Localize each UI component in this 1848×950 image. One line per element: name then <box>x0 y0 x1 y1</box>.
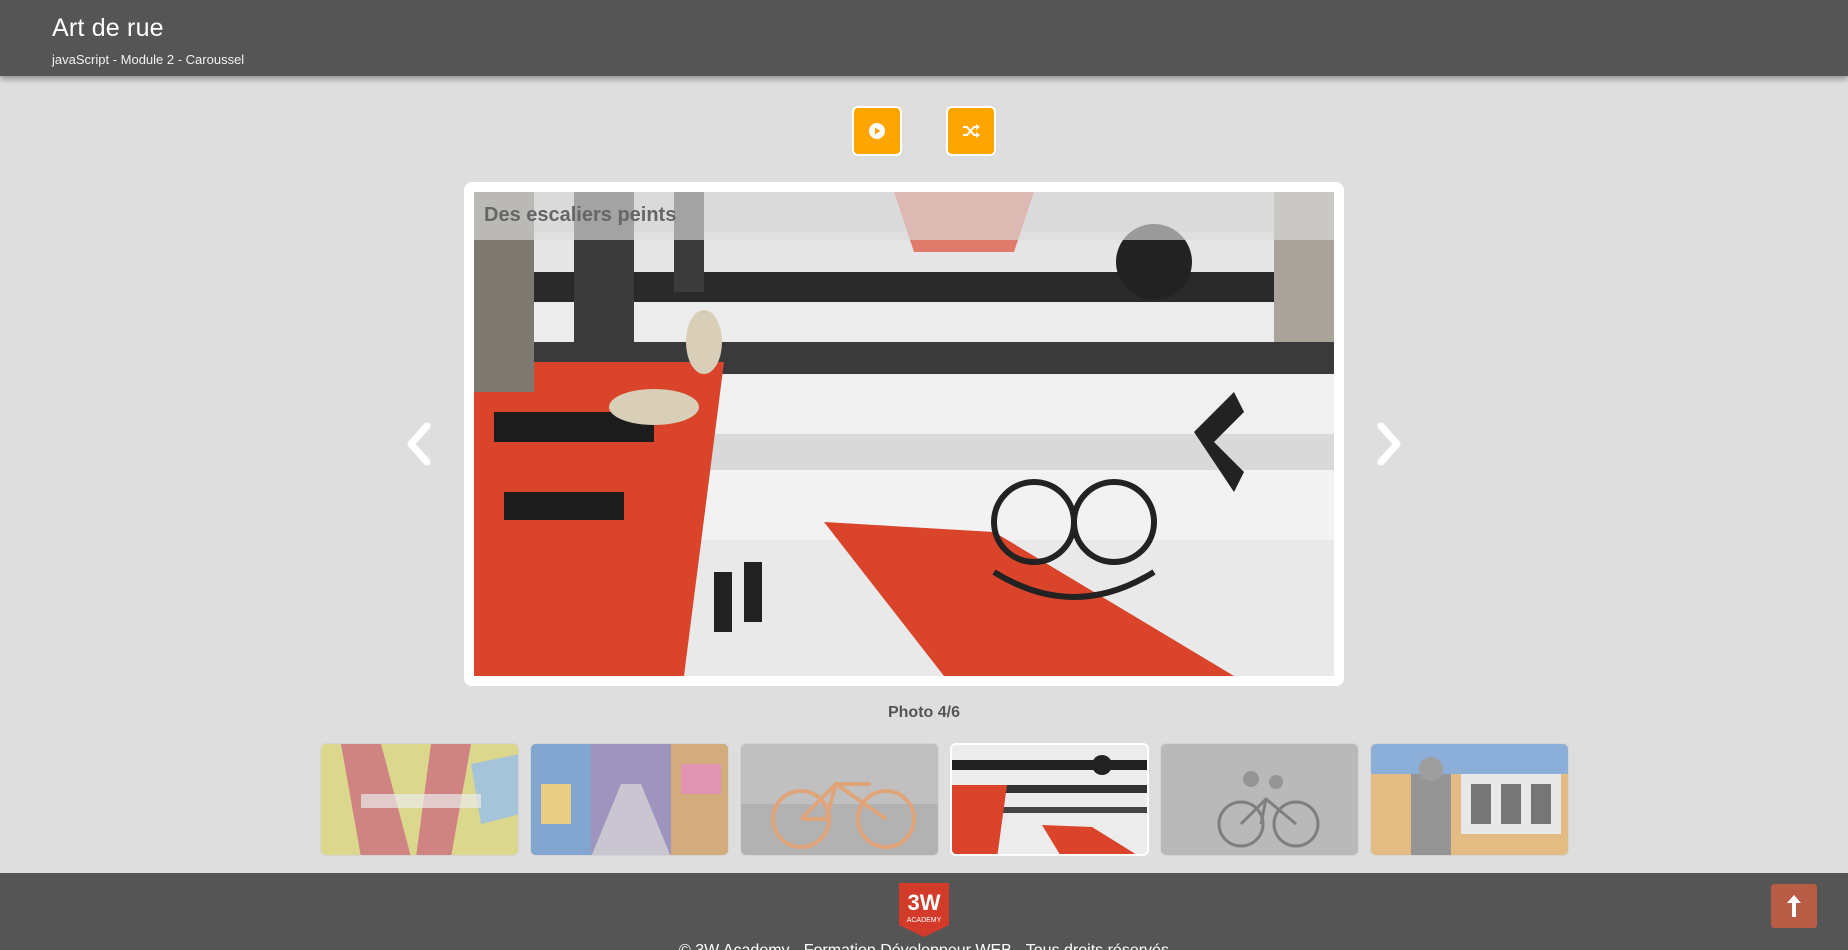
play-button[interactable] <box>852 106 902 156</box>
thumbnail-bicycle-mural[interactable] <box>1160 743 1359 856</box>
arrow-up-icon <box>1787 895 1801 917</box>
logo-subtext: ACADEMY <box>907 917 942 924</box>
chevron-left-icon <box>407 422 431 466</box>
slide-counter: Photo 4/6 <box>887 704 960 721</box>
page-subtitle: javaScript - Module 2 - Caroussel <box>52 52 245 67</box>
carousel-controls <box>0 106 1848 156</box>
slide-image: Des escaliers peints <box>474 192 1334 676</box>
thumbnail-orange-bicycle[interactable] <box>740 743 939 856</box>
copyright-text: © 3W Academy - Formation Développeur WEB… <box>0 942 1848 950</box>
next-slide-button[interactable] <box>1369 416 1409 472</box>
shuffle-icon <box>963 124 980 138</box>
chevron-right-icon <box>1377 422 1401 466</box>
academy-logo: 3W ACADEMY <box>899 883 949 937</box>
thumbnail-graffiti-alley[interactable] <box>530 743 729 856</box>
page-title: Art de rue <box>52 14 164 42</box>
previous-slide-button[interactable] <box>399 416 439 472</box>
site-header: Art de rue javaScript - Module 2 - Carou… <box>0 0 1848 76</box>
thumbnail-graffiti-artist[interactable] <box>1370 743 1569 856</box>
slide-caption: Des escaliers peints <box>474 192 1334 240</box>
site-footer: 3W ACADEMY © 3W Academy - Formation Déve… <box>0 873 1848 950</box>
thumbnail-freedom-wall[interactable] <box>320 743 519 856</box>
play-icon <box>869 123 885 139</box>
thumbnail-painted-stairs[interactable] <box>950 743 1149 856</box>
back-to-top-button[interactable] <box>1771 884 1817 928</box>
slide-frame: Des escaliers peints <box>464 182 1344 686</box>
shuffle-button[interactable] <box>946 106 996 156</box>
logo-text: 3W <box>908 890 941 915</box>
